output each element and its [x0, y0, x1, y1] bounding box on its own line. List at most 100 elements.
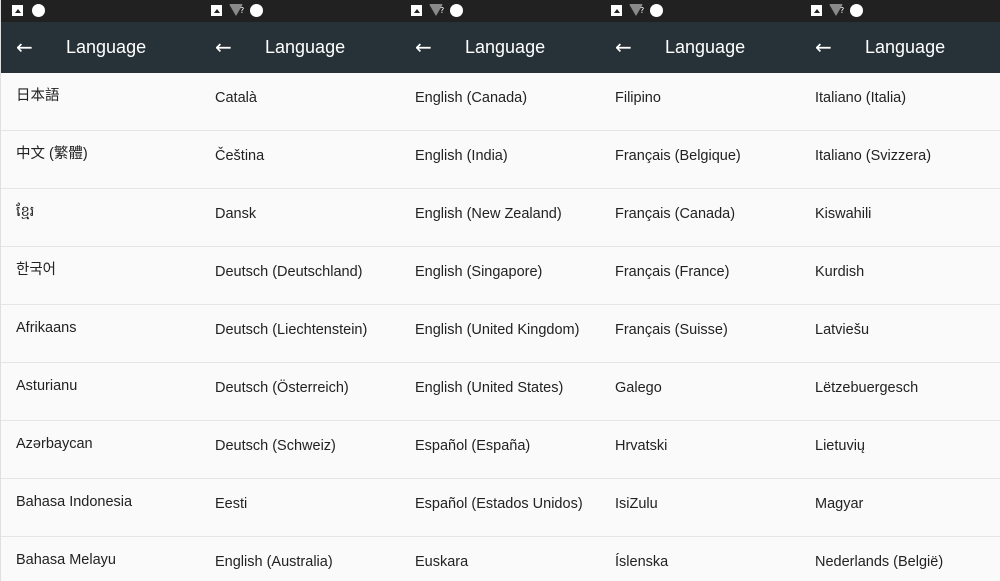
app-bar: ← Language: [1, 22, 200, 73]
page-title: Language: [665, 37, 746, 57]
language-label: Hrvatski: [615, 438, 668, 454]
language-list-item[interactable]: English (India): [400, 131, 600, 189]
language-list-item[interactable]: English (United Kingdom): [400, 305, 600, 363]
language-list-item[interactable]: ខ្មែរ: [1, 189, 200, 247]
language-screen-2: ? ← Language Català Čeština Dansk Deutsch (Deu…: [200, 0, 400, 581]
image-icon: [811, 5, 822, 16]
image-icon: [211, 5, 222, 16]
arrow-back-icon[interactable]: ←: [415, 36, 437, 58]
language-list-item[interactable]: Français (France): [600, 247, 800, 305]
arrow-back-icon[interactable]: ←: [16, 36, 38, 58]
language-list-item[interactable]: Bahasa Indonesia: [1, 479, 200, 537]
notification-dot-icon: [32, 4, 45, 17]
language-list-item[interactable]: Nederlands (België): [800, 537, 1000, 581]
language-list-item[interactable]: Latviešu: [800, 305, 1000, 363]
language-label: English (India): [415, 148, 508, 164]
language-list-item[interactable]: Español (Estados Unidos): [400, 479, 600, 537]
language-label: Deutsch (Schweiz): [215, 438, 336, 454]
language-list-item[interactable]: Čeština: [200, 131, 400, 189]
app-bar: ← Language: [200, 22, 400, 73]
language-label: Bahasa Melayu: [16, 552, 116, 568]
language-label: Català: [215, 90, 257, 106]
language-list-item[interactable]: Deutsch (Österreich): [200, 363, 400, 421]
image-icon: [411, 5, 422, 16]
notification-dot-icon: [450, 4, 463, 17]
language-list-item[interactable]: Français (Belgique): [600, 131, 800, 189]
language-screen-1: ← Language 日本語 中文 (繁體) ខ្មែរ 한국어 Afrikaans Astu…: [0, 0, 200, 581]
language-list-item[interactable]: 한국어: [1, 247, 200, 305]
language-label: Filipino: [615, 90, 661, 106]
language-list-item[interactable]: Íslenska: [600, 537, 800, 581]
language-list-item[interactable]: Deutsch (Deutschland): [200, 247, 400, 305]
language-screen-5: ? ← Language Italiano (Italia) Italiano (Svi…: [800, 0, 1000, 581]
language-list-item[interactable]: English (Singapore): [400, 247, 600, 305]
language-label: English (New Zealand): [415, 206, 562, 222]
language-list-item[interactable]: 日本語: [1, 73, 200, 131]
language-list-item[interactable]: Kurdish: [800, 247, 1000, 305]
language-list-item[interactable]: English (Canada): [400, 73, 600, 131]
language-list-item[interactable]: Filipino: [600, 73, 800, 131]
language-list-item[interactable]: Hrvatski: [600, 421, 800, 479]
language-list-item[interactable]: Eesti: [200, 479, 400, 537]
language-list: 日本語 中文 (繁體) ខ្មែរ 한국어 Afrikaans Asturianu Azər…: [1, 73, 200, 581]
language-label: Asturianu: [16, 378, 78, 394]
language-screens: ← Language 日本語 中文 (繁體) ខ្មែរ 한국어 Afrikaans Astu…: [0, 0, 1000, 581]
language-list-item[interactable]: Magyar: [800, 479, 1000, 537]
language-list-item[interactable]: Català: [200, 73, 400, 131]
language-list: Italiano (Italia) Italiano (Svizzera) Kisw…: [800, 73, 1000, 581]
language-list-item[interactable]: English (New Zealand): [400, 189, 600, 247]
arrow-back-icon[interactable]: ←: [615, 36, 637, 58]
language-list-item[interactable]: Français (Suisse): [600, 305, 800, 363]
language-list-item[interactable]: English (Australia): [200, 537, 400, 581]
language-label: Español (Estados Unidos): [415, 496, 583, 512]
page-title: Language: [265, 37, 346, 57]
language-label: Galego: [615, 380, 662, 396]
wifi-unknown-indicator: ?: [840, 6, 845, 15]
language-list-item[interactable]: Afrikaans: [1, 305, 200, 363]
language-label: Deutsch (Liechtenstein): [215, 322, 368, 338]
status-bar: ?: [400, 0, 600, 22]
language-list-item[interactable]: Français (Canada): [600, 189, 800, 247]
language-list-item[interactable]: Deutsch (Schweiz): [200, 421, 400, 479]
language-list-item[interactable]: Bahasa Melayu: [1, 537, 200, 581]
language-label: English (Canada): [415, 90, 528, 106]
language-label: Euskara: [415, 554, 469, 570]
language-label: Nederlands (België): [815, 554, 944, 570]
language-label: Lietuvių: [815, 438, 865, 454]
language-label: English (United Kingdom): [415, 322, 580, 338]
notification-dot-icon: [250, 4, 263, 17]
language-label: Bahasa Indonesia: [16, 494, 133, 510]
language-list-item[interactable]: Italiano (Svizzera): [800, 131, 1000, 189]
language-list-item[interactable]: Español (España): [400, 421, 600, 479]
language-list-item[interactable]: Deutsch (Liechtenstein): [200, 305, 400, 363]
wifi-unknown-indicator: ?: [240, 6, 245, 15]
language-list-item[interactable]: IsiZulu: [600, 479, 800, 537]
language-list-item[interactable]: Kiswahili: [800, 189, 1000, 247]
language-label: Italiano (Svizzera): [815, 148, 932, 164]
language-label: Afrikaans: [16, 320, 77, 336]
language-label: 한국어: [16, 262, 57, 278]
arrow-back-icon[interactable]: ←: [815, 36, 837, 58]
arrow-back-icon[interactable]: ←: [215, 36, 237, 58]
language-label: English (Australia): [215, 554, 333, 570]
wifi-unknown-indicator: ?: [640, 6, 645, 15]
language-list-item[interactable]: 中文 (繁體): [1, 131, 200, 189]
language-list-item[interactable]: Lietuvių: [800, 421, 1000, 479]
language-label: Azərbaycan: [16, 436, 93, 452]
language-label: Français (Canada): [615, 206, 736, 222]
language-list-item[interactable]: Lëtzebuergesch: [800, 363, 1000, 421]
app-bar: ← Language: [800, 22, 1000, 73]
language-list-item[interactable]: Azərbaycan: [1, 421, 200, 479]
page-title: Language: [465, 37, 546, 57]
language-list: Català Čeština Dansk Deutsch (Deutschland) D…: [200, 73, 400, 581]
notification-dot-icon: [650, 4, 663, 17]
language-list-item[interactable]: Galego: [600, 363, 800, 421]
language-list-item[interactable]: English (United States): [400, 363, 600, 421]
language-label: Deutsch (Österreich): [215, 380, 349, 396]
language-label: Français (Belgique): [615, 148, 741, 164]
language-label: ខ្មែរ: [16, 204, 35, 220]
language-list-item[interactable]: Asturianu: [1, 363, 200, 421]
language-list-item[interactable]: Euskara: [400, 537, 600, 581]
language-list-item[interactable]: Italiano (Italia): [800, 73, 1000, 131]
language-list-item[interactable]: Dansk: [200, 189, 400, 247]
